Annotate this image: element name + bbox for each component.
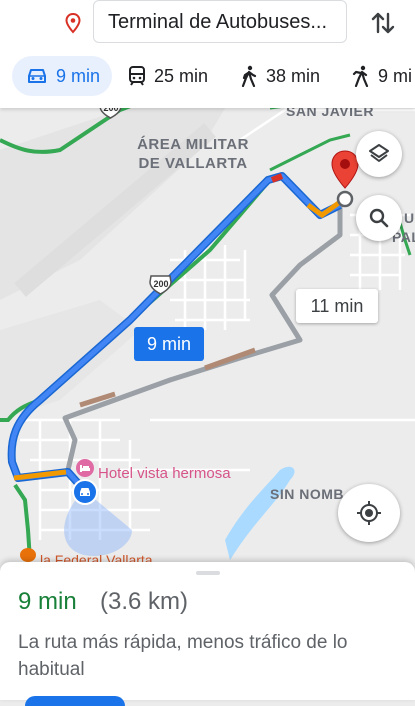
mode-tab-label: 25 min xyxy=(154,65,209,86)
destination-field[interactable]: Terminal de Autobuses... xyxy=(93,0,347,43)
mode-tab-ride[interactable]: 9 mi xyxy=(352,56,412,96)
area-label-military: ÁREA MILITAR DE VALLARTA xyxy=(128,135,258,173)
transit-icon xyxy=(129,66,145,86)
destination-text: Terminal de Autobuses... xyxy=(108,11,328,33)
layers-button[interactable] xyxy=(356,131,402,177)
area-label-line: DE VALLARTA xyxy=(138,155,248,172)
my-location-button[interactable] xyxy=(338,484,400,542)
search-icon xyxy=(369,208,389,228)
destination-pin-icon xyxy=(65,12,81,34)
area-label-right-u: U xyxy=(404,210,415,226)
place-pin-icon[interactable] xyxy=(20,548,36,562)
directions-header: Terminal de Autobuses... 9 min 25 min 38… xyxy=(0,0,415,108)
mode-tab-label: 9 min xyxy=(56,65,101,86)
hotel-label[interactable]: Hotel vista hermosa xyxy=(98,465,231,482)
mode-tab-transit[interactable]: 25 min xyxy=(128,56,208,96)
route-eta-alternative[interactable]: 11 min xyxy=(296,289,378,323)
mode-tab-walking[interactable]: 38 min xyxy=(240,56,320,96)
travel-mode-tabs: 9 min 25 min 38 min 9 mi xyxy=(0,56,415,100)
mode-tab-driving[interactable]: 9 min xyxy=(12,56,113,96)
car-icon xyxy=(28,69,46,83)
area-label-sin-nombre: SIN NOMB xyxy=(270,486,344,502)
search-button[interactable] xyxy=(356,195,402,241)
hotel-icon[interactable] xyxy=(76,459,94,477)
route-description: La ruta más rápida, menos tráfico de lo … xyxy=(18,632,348,680)
walk-icon xyxy=(241,65,257,87)
route-duration: 9 min xyxy=(18,588,77,615)
swap-icon[interactable] xyxy=(368,8,398,38)
area-label-line: ÁREA MILITAR xyxy=(137,136,249,153)
layers-icon xyxy=(369,144,389,162)
route-summary-sheet[interactable]: 9 min (3.6 km) La ruta más rápida, menos… xyxy=(0,562,415,706)
mode-tab-label: 9 mi xyxy=(378,65,413,86)
ride-icon xyxy=(352,65,369,87)
highway-shield-label: 200 xyxy=(153,279,169,289)
start-button[interactable] xyxy=(25,696,125,706)
route-distance: (3.6 km) xyxy=(100,588,189,615)
current-location-car-icon xyxy=(72,479,98,505)
crosshair-icon xyxy=(357,501,381,525)
route-eta-selected[interactable]: 9 min xyxy=(134,327,204,361)
sheet-drag-handle[interactable] xyxy=(196,571,220,575)
mode-tab-label: 38 min xyxy=(266,65,321,86)
